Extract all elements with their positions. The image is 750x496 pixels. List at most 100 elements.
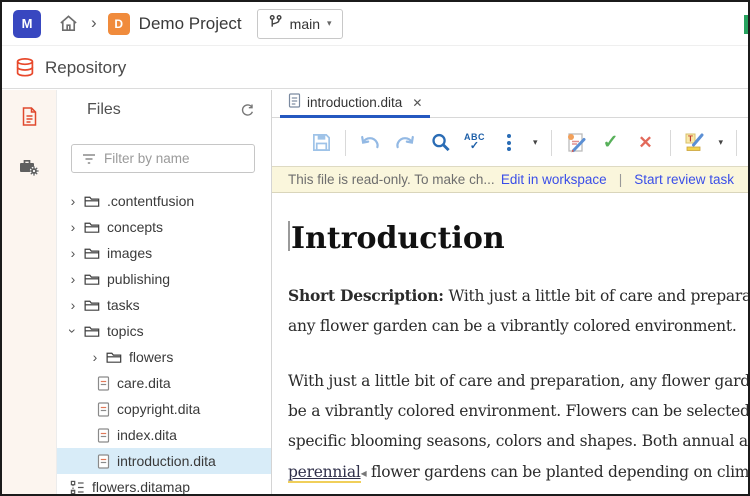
short-description: Short Description: With just a little bi… xyxy=(288,281,734,341)
refresh-icon[interactable] xyxy=(240,103,255,118)
file-icon xyxy=(97,428,110,443)
document-heading: Introduction xyxy=(288,221,734,256)
perennial-link[interactable]: perennial xyxy=(288,463,361,483)
chevron-right-icon: › xyxy=(89,350,101,364)
folder-icon xyxy=(84,272,100,286)
home-icon[interactable] xyxy=(58,13,79,34)
ditamap-icon xyxy=(70,480,85,495)
folder-icon xyxy=(84,246,100,260)
tree-item-flowers-ditamap[interactable]: flowers.ditamap xyxy=(57,474,271,496)
reject-change-button[interactable]: ✕ xyxy=(635,130,657,156)
app-window: M › D Demo Project main ▾ Repository xyxy=(0,0,750,496)
readonly-message: This file is read-only. To make ch... xyxy=(288,172,501,187)
tree-item-label: flowers.ditamap xyxy=(92,479,190,495)
tree-item-label: tasks xyxy=(107,297,140,313)
tree-item-label: .contentfusion xyxy=(107,193,194,209)
folder-icon xyxy=(84,324,100,338)
toolbar-separator xyxy=(670,130,671,156)
tree-item-index-dita[interactable]: index.dita xyxy=(57,422,271,448)
highlight-button[interactable]: T xyxy=(684,130,706,156)
tree-item-care-dita[interactable]: care.dita xyxy=(57,370,271,396)
tree-item-label: introduction.dita xyxy=(117,453,216,469)
accept-change-button[interactable]: ✓ xyxy=(600,130,622,156)
short-description-label: Short Description: xyxy=(288,286,444,305)
folder-icon xyxy=(84,220,100,234)
tree-item-introduction-dita[interactable]: introduction.dita xyxy=(57,448,271,474)
cut-off-edge-element xyxy=(744,15,748,34)
redo-button[interactable] xyxy=(394,130,416,156)
tree-item-label: index.dita xyxy=(117,427,177,443)
spellcheck-button[interactable]: ABC ✓ xyxy=(464,133,485,152)
more-options-button[interactable] xyxy=(498,130,520,156)
edit-in-workspace-link[interactable]: Edit in workspace xyxy=(501,172,607,187)
track-changes-button[interactable] xyxy=(565,130,587,156)
tree-item-images[interactable]: › images xyxy=(57,240,271,266)
file-icon xyxy=(97,376,110,391)
readonly-notification-bar: This file is read-only. To make ch... Ed… xyxy=(272,166,748,193)
tree-item-tasks[interactable]: › tasks xyxy=(57,292,271,318)
user-avatar[interactable]: M xyxy=(13,10,41,38)
tree-item-label: flowers xyxy=(129,349,173,365)
file-icon xyxy=(97,402,110,417)
tree-item-label: publishing xyxy=(107,271,170,287)
text-cursor xyxy=(288,221,290,251)
filter-input[interactable] xyxy=(104,151,254,166)
kebab-menu-icon xyxy=(507,134,511,151)
tools-view-icon[interactable] xyxy=(16,154,42,180)
branch-name: main xyxy=(290,16,320,32)
more-options-caret-icon[interactable]: ▾ xyxy=(533,137,538,148)
tree-item-copyright-dita[interactable]: copyright.dita xyxy=(57,396,271,422)
save-button[interactable] xyxy=(310,130,332,156)
tree-item-publishing[interactable]: › publishing xyxy=(57,266,271,292)
editor-toolbar: ABC ✓ ▾ ✓ ✕ T xyxy=(272,119,748,166)
project-breadcrumb[interactable]: Demo Project xyxy=(139,14,242,34)
files-panel-title: Files xyxy=(87,101,121,119)
tree-item-label: care.dita xyxy=(117,375,171,391)
link-separator: | xyxy=(619,172,623,187)
project-icon[interactable]: D xyxy=(108,13,130,35)
folder-icon xyxy=(84,298,100,312)
filter-icon xyxy=(82,153,96,165)
repository-title: Repository xyxy=(45,58,126,78)
spellcheck-check-icon: ✓ xyxy=(470,141,479,152)
search-button[interactable] xyxy=(429,130,451,156)
tree-item-topics[interactable]: › topics xyxy=(57,318,271,344)
tree-item-label: concepts xyxy=(107,219,163,235)
branch-selector[interactable]: main ▾ xyxy=(257,9,343,39)
highlight-caret-icon[interactable]: ▾ xyxy=(719,137,724,148)
document-content: Introduction Short Description: With jus… xyxy=(272,193,748,494)
tree-item-label: images xyxy=(107,245,152,261)
side-icon-strip xyxy=(2,90,57,494)
accept-check-icon: ✓ xyxy=(603,131,619,154)
tree-item-contentfusion[interactable]: › .contentfusion xyxy=(57,188,271,214)
filter-field[interactable] xyxy=(71,144,255,173)
chevron-right-icon: › xyxy=(67,194,79,208)
undo-button[interactable] xyxy=(359,130,381,156)
close-icon[interactable]: ✕ xyxy=(412,96,422,110)
folder-icon xyxy=(84,194,100,208)
chevron-right-icon: › xyxy=(67,298,79,312)
chevron-right-icon: › xyxy=(67,272,79,286)
tab-label: introduction.dita xyxy=(307,95,402,110)
repository-view-icon[interactable] xyxy=(16,104,42,130)
file-tree: › .contentfusion › concepts › images › xyxy=(57,188,271,496)
branch-icon xyxy=(268,14,283,34)
tab-introduction-dita[interactable]: introduction.dita ✕ xyxy=(280,90,430,118)
top-bar: M › D Demo Project main ▾ xyxy=(2,2,748,46)
toolbar-separator xyxy=(345,130,346,156)
toolbar-separator xyxy=(551,130,552,156)
file-icon xyxy=(97,454,110,469)
start-review-task-link[interactable]: Start review task xyxy=(634,172,734,187)
tree-item-concepts[interactable]: › concepts xyxy=(57,214,271,240)
chevron-expanded-icon: › xyxy=(66,325,80,337)
tab-bar: introduction.dita ✕ xyxy=(272,90,748,118)
tree-item-flowers[interactable]: › flowers xyxy=(57,344,271,370)
main-body: Files › .contentfusion › concepts xyxy=(2,90,748,494)
folder-icon xyxy=(106,350,122,364)
repository-header: Repository xyxy=(2,47,748,89)
chevron-right-icon: › xyxy=(67,246,79,260)
files-panel-header: Files xyxy=(57,98,271,122)
files-panel: Files › .contentfusion › concepts xyxy=(57,90,272,494)
tree-item-label: topics xyxy=(107,323,144,339)
document-icon xyxy=(288,93,301,113)
